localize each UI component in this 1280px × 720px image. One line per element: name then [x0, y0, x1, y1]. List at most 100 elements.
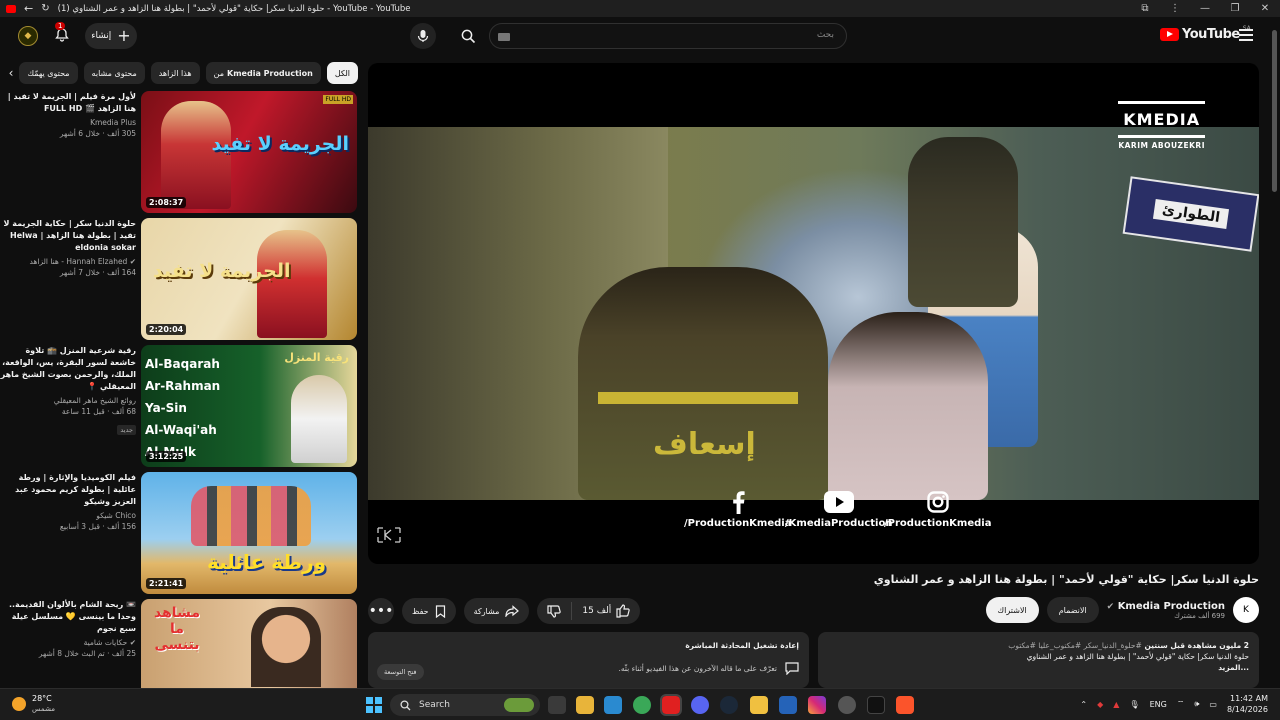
- restore-button[interactable]: ❐: [1220, 3, 1250, 14]
- youtube-app-icon[interactable]: [660, 694, 682, 716]
- instagram-icon: [927, 491, 949, 513]
- rec-title[interactable]: حلوة الدنيا سكر | حكاية الجريمة لا تفيد …: [0, 218, 136, 254]
- recommendation-item[interactable]: فيلم الكوميديا والإثارة | ورطة عائلية | …: [0, 472, 360, 594]
- search-input[interactable]: بحث: [489, 23, 847, 49]
- wifi-icon[interactable]: ⌔: [1177, 699, 1185, 709]
- chevron-left-icon[interactable]: ‹: [9, 62, 14, 84]
- recommendation-item[interactable]: لأول مرة فيلم | الجريمة لا تفيد | هنا ال…: [0, 91, 360, 213]
- join-button[interactable]: الانضمام: [1046, 597, 1099, 623]
- close-button[interactable]: ✕: [1250, 3, 1280, 14]
- tray-app-icon[interactable]: ◆: [1097, 700, 1103, 709]
- rec-thumbnail[interactable]: مشاهد ما بتنسى: [141, 599, 357, 688]
- browser-menu-icon[interactable]: ⋮: [1160, 3, 1190, 14]
- dislike-button[interactable]: [537, 602, 571, 620]
- verified-icon: ✔︎: [127, 638, 136, 647]
- instagram-handle: /ProductionKmedia: [884, 518, 992, 529]
- discord-icon[interactable]: [691, 696, 709, 714]
- reload-icon[interactable]: ↻: [41, 3, 49, 14]
- menu-icon[interactable]: [1239, 29, 1253, 41]
- microphone-tray-icon[interactable]: 🎙︎: [1129, 700, 1139, 709]
- like-count: 15 ألف: [582, 606, 612, 616]
- chip-artist[interactable]: هذا الزاهد: [150, 62, 200, 84]
- chat-expand-button[interactable]: فتح التوسعة: [377, 664, 424, 680]
- chip-for-you[interactable]: محتوى يهمّك: [19, 62, 78, 84]
- rec-thumbnail[interactable]: Al-BaqarahAr-RahmanYa-SinAl-Waqi'ahAl-Mu…: [141, 345, 357, 467]
- brave-icon[interactable]: [896, 696, 914, 714]
- volume-icon[interactable]: 🕪: [1194, 699, 1199, 709]
- video-frame[interactable]: إسعاف الطوارئ: [368, 127, 1259, 500]
- save-button[interactable]: حفظ: [402, 598, 456, 624]
- clock[interactable]: 11:42 AM 8/14/2026: [1227, 693, 1268, 715]
- file-explorer-icon[interactable]: [576, 696, 594, 714]
- description-box[interactable]: 2 مليون مشاهدة قبل سنتين #حلوة_الدنيا_سك…: [818, 632, 1259, 688]
- chip-from-channel[interactable]: من Kmedia Production: [205, 62, 321, 84]
- steam-icon[interactable]: [720, 696, 738, 714]
- app-icon[interactable]: [779, 696, 797, 714]
- hashtags[interactable]: #حلوة_الدنيا_سكر #مكتوب_عليا #مكتوب: [1008, 641, 1142, 650]
- channel-name-text: Kmedia Production: [1117, 600, 1225, 612]
- like-button[interactable]: 15 ألف: [571, 602, 640, 620]
- back-icon[interactable]: ←: [24, 2, 33, 15]
- recommendation-item[interactable]: حلوة الدنيا سكر | حكاية الجريمة لا تفيد …: [0, 218, 360, 340]
- rec-channel[interactable]: Chico شيكو: [0, 510, 136, 521]
- chevron-up-icon[interactable]: ⌃: [1080, 700, 1087, 709]
- instagram-app-icon[interactable]: [808, 696, 826, 714]
- battery-icon[interactable]: ▭: [1209, 700, 1217, 709]
- rec-thumbnail[interactable]: الجريمة لا تفيد FULL HD: [141, 91, 357, 213]
- search-placeholder: بحث: [816, 30, 834, 40]
- sun-icon: [12, 697, 26, 711]
- tab-favicon-icon: [6, 4, 16, 13]
- account-avatar[interactable]: ◆: [18, 26, 38, 46]
- recommendation-item[interactable]: رقية شرعية المنزل 🕋 تلاوة خاشعة لسور الب…: [0, 345, 360, 467]
- rec-title[interactable]: فيلم الكوميديا والإثارة | ورطة عائلية | …: [0, 472, 136, 508]
- more-actions-button[interactable]: •••: [368, 598, 394, 624]
- youtube-logo[interactable]: YouTube SA: [1160, 25, 1251, 42]
- chip-all[interactable]: الكل: [326, 62, 358, 84]
- rec-channel[interactable]: ✔︎ حكايات شامية: [0, 637, 136, 648]
- facebook-handle: /ProductionKmedia: [684, 518, 792, 529]
- taskbar-search-label: Search: [419, 700, 450, 710]
- show-more-link[interactable]: ...المزيد: [828, 662, 1249, 673]
- search-button[interactable]: [449, 23, 487, 49]
- voice-search-button[interactable]: [410, 23, 436, 49]
- tiktok-icon[interactable]: [867, 696, 885, 714]
- facebook-icon: [732, 491, 745, 514]
- kmedia-name: KARIM ABOUZEKRI: [1118, 141, 1205, 150]
- taskbar-search[interactable]: Search: [390, 694, 540, 716]
- share-button[interactable]: مشاركة: [463, 598, 530, 624]
- page-scrollbar[interactable]: [1271, 30, 1278, 690]
- rec-stats: 156 ألف · قبل 3 أسابيع: [59, 522, 136, 531]
- recommendation-item[interactable]: 📼 ريحة الشام بالألوان القديمة.. وحدا ما …: [0, 599, 360, 688]
- channel-avatar[interactable]: K: [1233, 597, 1259, 623]
- task-view-icon[interactable]: [548, 696, 566, 714]
- rec-thumbnail[interactable]: الجريمة لا تفيد: [141, 218, 357, 340]
- keyboard-icon[interactable]: [498, 33, 510, 41]
- scrollbar-thumb[interactable]: [1272, 30, 1277, 192]
- chip-related[interactable]: محتوى مشابه: [83, 62, 145, 84]
- video-player[interactable]: إسعاف الطوارئ KMEDIA KARIM ABOUZEKRI /Pr…: [368, 63, 1259, 564]
- channel-name[interactable]: Kmedia Production ✔︎: [1107, 601, 1225, 612]
- rec-channel[interactable]: روائع الشيخ ماهر المعيقلي: [0, 395, 136, 406]
- rec-thumbnail[interactable]: ورطة عائلية: [141, 472, 357, 594]
- subscribe-button[interactable]: الاشتراك: [985, 597, 1039, 623]
- language-indicator[interactable]: ENG: [1150, 700, 1167, 709]
- chip-label: هذا الزاهد: [158, 68, 192, 78]
- folder-icon[interactable]: [750, 696, 768, 714]
- rec-title[interactable]: 📼 ريحة الشام بالألوان القديمة.. وحدا ما …: [0, 599, 136, 635]
- settings-icon[interactable]: [838, 696, 856, 714]
- notifications-button[interactable]: 1: [52, 22, 72, 45]
- store-icon[interactable]: [604, 696, 622, 714]
- rec-channel[interactable]: Kmedia Plus: [0, 117, 136, 128]
- rec-channel[interactable]: ✔︎ Hannah Elzahed - هنا الزاهد: [0, 256, 137, 267]
- chat-bubble-icon: [785, 662, 799, 675]
- create-button[interactable]: إنشاء +: [85, 23, 137, 49]
- tray-app-icon[interactable]: ▲: [1113, 700, 1119, 709]
- extensions-icon[interactable]: ⧉: [1130, 3, 1160, 14]
- minimize-button[interactable]: —: [1190, 3, 1220, 14]
- chat-replay-panel: إعادة تشغيل المحادثة المباشرة تعرّف على …: [368, 632, 809, 688]
- rec-title[interactable]: رقية شرعية المنزل 🕋 تلاوة خاشعة لسور الب…: [0, 345, 136, 393]
- rec-title[interactable]: لأول مرة فيلم | الجريمة لا تفيد | هنا ال…: [0, 91, 136, 115]
- chrome-icon[interactable]: [633, 696, 651, 714]
- windows-start-icon[interactable]: [366, 697, 382, 713]
- weather-widget[interactable]: 28°C مشمس: [12, 694, 55, 714]
